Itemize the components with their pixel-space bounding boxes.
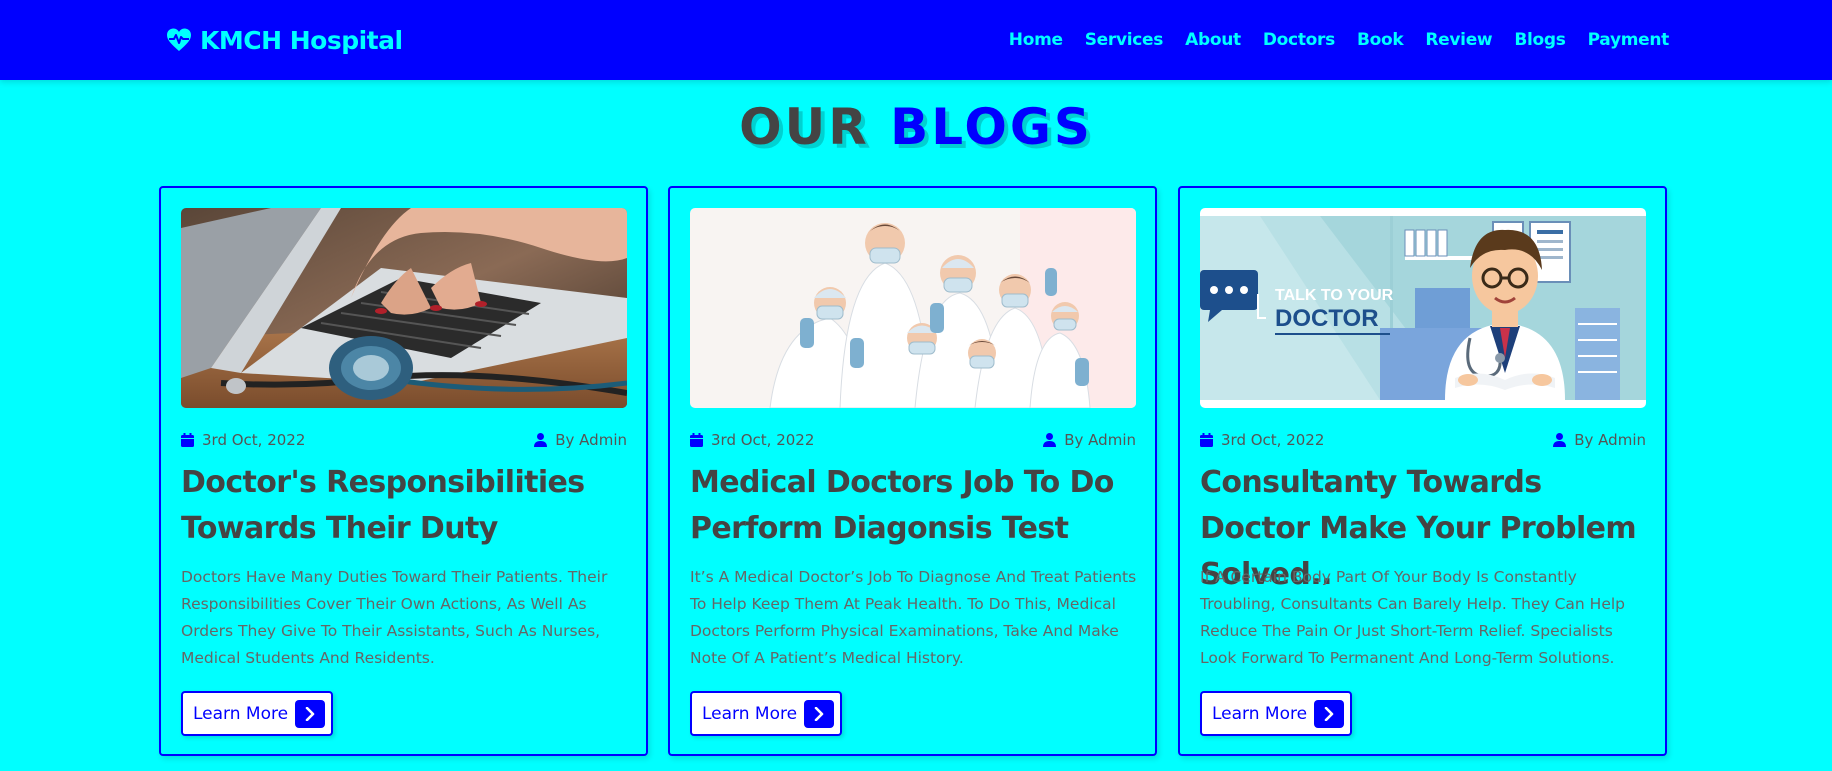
brand-name: KMCH Hospital	[200, 25, 403, 55]
blog-meta: 3rd Oct, 2022 By Admin	[690, 430, 1136, 450]
blog-author-text: By Admin	[1064, 431, 1136, 449]
section-title: OUR BLOGS	[0, 96, 1832, 158]
blog-date-text: 3rd Oct, 2022	[1221, 431, 1325, 449]
blog-card: 3rd Oct, 2022 By Admin Medical Doctors J…	[668, 186, 1157, 756]
chevron-right-icon	[1314, 700, 1344, 728]
blog-author[interactable]: By Admin	[534, 431, 627, 449]
laptop-stethoscope-image	[181, 208, 627, 408]
main-nav: Home Services About Doctors Book Review …	[1009, 28, 1670, 52]
chevron-right-icon	[295, 700, 325, 728]
section-title-part2: BLOGS	[890, 98, 1093, 156]
heart-pulse-icon	[166, 27, 192, 53]
blog-description: It’s A Medical Doctor’s Job To Diagnose …	[690, 568, 1137, 667]
nav-about[interactable]: About	[1185, 28, 1241, 52]
blog-description: If A Certain Body Part Of Your Body Is C…	[1200, 568, 1626, 667]
talk-to-doctor-image: TALK TO YOUR DOCTOR	[1200, 208, 1646, 408]
chevron-right-icon	[804, 700, 834, 728]
nav-book[interactable]: Book	[1357, 28, 1404, 52]
blog-meta: 3rd Oct, 2022 By Admin	[181, 430, 627, 450]
user-icon	[1043, 433, 1057, 447]
image-caption-line2: DOCTOR	[1275, 305, 1379, 332]
blog-author-text: By Admin	[555, 431, 627, 449]
learn-more-label: Learn More	[1212, 703, 1308, 724]
learn-more-button[interactable]: Learn More	[690, 691, 842, 736]
blog-author-text: By Admin	[1574, 431, 1646, 449]
nav-home[interactable]: Home	[1009, 28, 1063, 52]
blog-date: 3rd Oct, 2022	[1200, 431, 1324, 449]
blog-description: Doctors Have Many Duties Toward Their Pa…	[181, 568, 608, 667]
blog-meta: 3rd Oct, 2022 By Admin	[1200, 430, 1646, 450]
nav-doctors[interactable]: Doctors	[1263, 28, 1335, 52]
blog-date-text: 3rd Oct, 2022	[202, 431, 306, 449]
nav-review[interactable]: Review	[1425, 28, 1492, 52]
image-caption-line1: TALK TO YOUR	[1275, 287, 1394, 304]
user-icon	[1553, 433, 1567, 447]
learn-more-label: Learn More	[193, 703, 289, 724]
calendar-icon	[690, 433, 703, 447]
user-icon	[534, 433, 548, 447]
learn-more-button[interactable]: Learn More	[1200, 691, 1352, 736]
medical-team-image	[690, 208, 1136, 408]
brand-logo[interactable]: KMCH Hospital	[166, 22, 403, 58]
blog-card: 3rd Oct, 2022 By Admin Doctor's Responsi…	[159, 186, 648, 756]
nav-payment[interactable]: Payment	[1588, 28, 1670, 52]
blog-date-text: 3rd Oct, 2022	[711, 431, 815, 449]
nav-services[interactable]: Services	[1085, 28, 1164, 52]
section-title-part1: OUR	[739, 98, 870, 156]
blog-date: 3rd Oct, 2022	[181, 431, 305, 449]
blog-title[interactable]: Doctor's Responsibilities Towards Their …	[181, 460, 631, 552]
calendar-icon	[1200, 433, 1213, 447]
blog-date: 3rd Oct, 2022	[690, 431, 814, 449]
blog-author[interactable]: By Admin	[1553, 431, 1646, 449]
learn-more-label: Learn More	[702, 703, 798, 724]
learn-more-button[interactable]: Learn More	[181, 691, 333, 736]
site-header: KMCH Hospital Home Services About Doctor…	[0, 0, 1832, 80]
blog-title[interactable]: Medical Doctors Job To Do Perform Diagon…	[690, 460, 1140, 552]
nav-blogs[interactable]: Blogs	[1514, 28, 1566, 52]
calendar-icon	[181, 433, 194, 447]
blog-card: TALK TO YOUR DOCTOR 3rd Oct, 2022 By Adm…	[1178, 186, 1667, 756]
blog-author[interactable]: By Admin	[1043, 431, 1136, 449]
